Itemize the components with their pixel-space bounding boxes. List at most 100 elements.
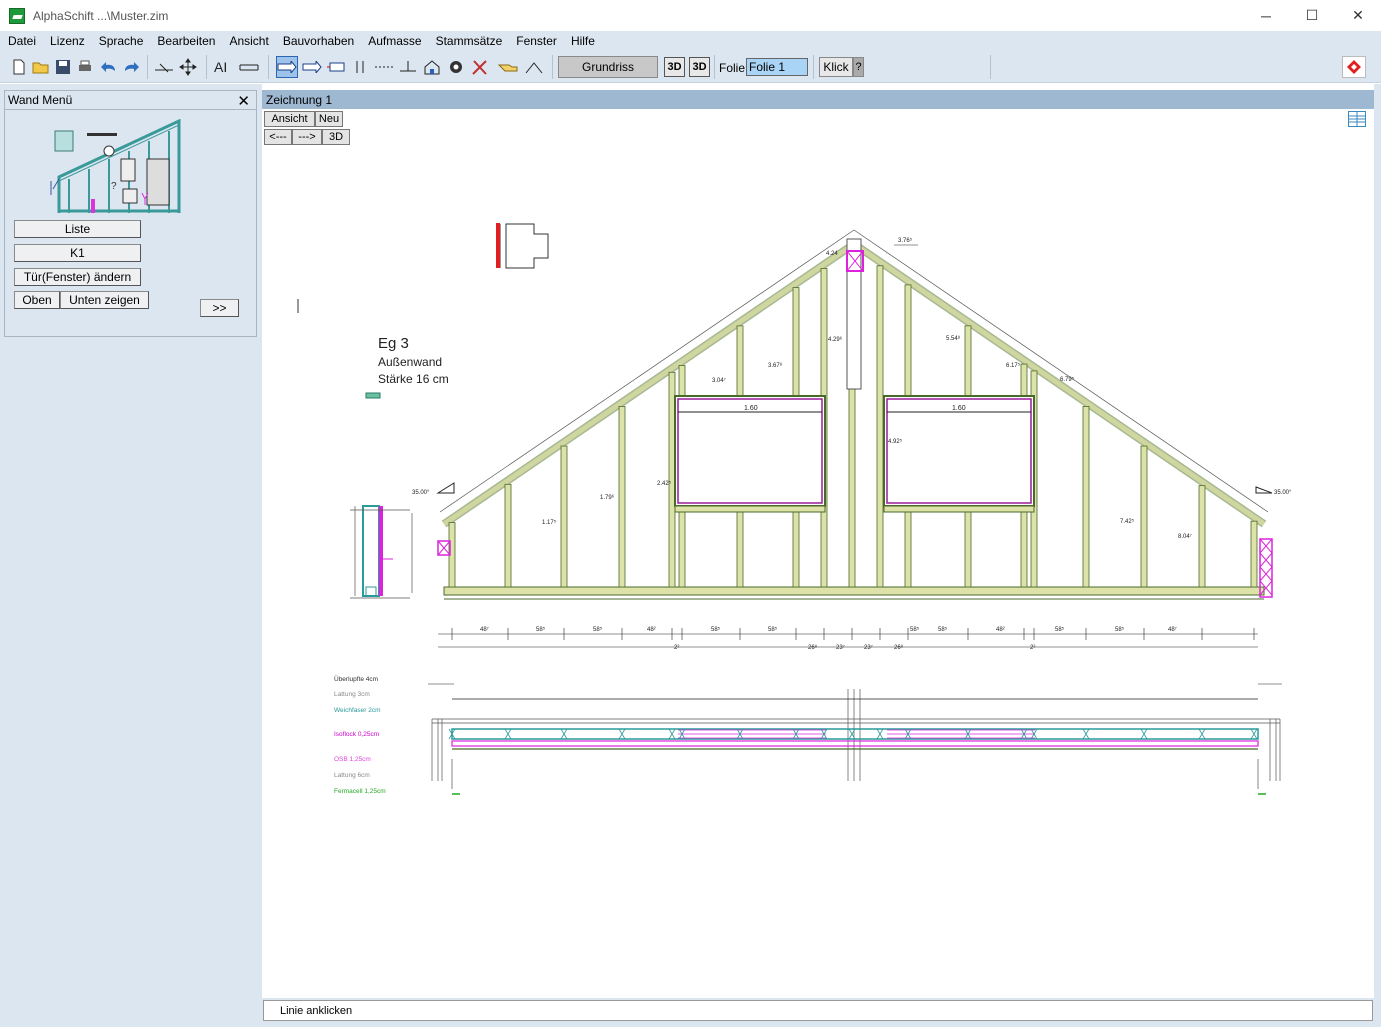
folie-select[interactable] <box>746 58 808 76</box>
wall-double-arrow-icon[interactable] <box>301 56 323 78</box>
menu-bearbeiten[interactable]: Bearbeiten <box>157 34 215 48</box>
window-left-width: 1.60 <box>744 405 758 412</box>
dimension-dots-icon[interactable] <box>373 56 395 78</box>
oben-button[interactable]: Oben <box>14 291 60 309</box>
minimize-button[interactable]: ─ <box>1243 0 1289 31</box>
stud <box>504 483 512 588</box>
perpendicular-icon[interactable] <box>397 56 419 78</box>
measure-tool-icon[interactable] <box>238 56 260 78</box>
dimension-label: 58⁵ <box>1055 626 1065 633</box>
stud <box>560 445 568 588</box>
folie-label: Folie: <box>719 61 749 75</box>
layer-label: Überlupfte 4cm <box>334 675 378 683</box>
menu-stammsaetze[interactable]: Stammsätze <box>436 34 503 48</box>
section-stud <box>618 728 626 740</box>
dimension-sub-label: 2² <box>1030 645 1035 651</box>
vertical-dimension-label: 7.42⁵ <box>1120 518 1135 525</box>
svg-text:AI: AI <box>214 59 227 75</box>
menu-bauvorhaben[interactable]: Bauvorhaben <box>283 34 354 48</box>
stud <box>1198 485 1206 588</box>
stud <box>618 406 626 588</box>
status-text: Linie anklicken <box>280 1004 353 1017</box>
house-3d-icon[interactable] <box>421 56 443 78</box>
section-stud <box>560 728 568 740</box>
drawing-title: Zeichnung 1 <box>266 92 333 107</box>
menu-datei[interactable]: Datei <box>8 34 36 48</box>
menu-aufmasse[interactable]: Aufmasse <box>368 34 421 48</box>
maximize-button[interactable]: ☐ <box>1289 0 1335 31</box>
dimension-sub-texts: 2² 26⁸ 23⁷ 23⁷ 26⁸ 2² <box>674 644 1035 651</box>
k1-button[interactable]: K1 <box>14 244 141 262</box>
vertical-dimension-label: 3.04⁷ <box>712 377 726 384</box>
klick-button[interactable]: Klick <box>819 57 853 77</box>
vertical-dimension-texts: 1.17⁵ 1.79⁶ 2.42⁵ 3.04⁷ 3.67⁸ 4.29⁶ 8.04⁷ 7.42⁵… <box>542 335 1192 540</box>
right-edge <box>1374 84 1381 1027</box>
print-icon[interactable] <box>74 56 96 78</box>
wand-menu-title: Wand Menü <box>8 93 73 107</box>
open-folder-icon[interactable] <box>30 56 52 78</box>
tuer-fenster-aendern-button[interactable]: Tür(Fenster) ändern <box>14 268 141 286</box>
vertical-dimension-label: 5.54⁸ <box>946 335 961 342</box>
section-stud <box>1198 728 1206 740</box>
roof-line-icon[interactable] <box>523 56 545 78</box>
save-icon[interactable] <box>52 56 74 78</box>
menu-hilfe[interactable]: Hilfe <box>571 34 595 48</box>
new-file-icon[interactable] <box>8 56 30 78</box>
vertical-dimension-label: 6.79⁵ <box>1060 376 1075 383</box>
settings-gear-icon[interactable] <box>445 56 467 78</box>
dimension-label: 58⁵ <box>593 626 603 633</box>
menu-ansicht[interactable]: Ansicht <box>229 34 268 48</box>
left-end-marker <box>437 540 451 556</box>
menu-lizenz[interactable]: Lizenz <box>50 34 85 48</box>
vertical-dimension-label: 6.17⁵ <box>1006 362 1021 369</box>
top-dim-right: 3.76⁵ <box>898 237 913 244</box>
dimension-sub-label: 26⁸ <box>894 644 904 651</box>
help-button[interactable]: ? <box>853 57 864 77</box>
angle-right: 35.00° <box>1274 490 1292 496</box>
drawing-canvas[interactable]: Ansicht Neu <--- ---> 3D Eg 3 Außenwand … <box>262 109 1374 998</box>
hand-pointer-icon[interactable] <box>497 56 519 78</box>
top-dim-left: 4.24 <box>826 251 838 257</box>
view-3d-alt-button[interactable]: 3D <box>689 57 710 77</box>
liste-button[interactable]: Liste <box>14 220 141 238</box>
view-3d-button[interactable]: 3D <box>664 57 685 77</box>
section-view <box>428 683 1282 795</box>
grundriss-button[interactable]: Grundriss <box>558 56 658 78</box>
menu-bar: Datei Lizenz Sprache Bearbeiten Ansicht … <box>0 31 1381 51</box>
parallel-icon[interactable] <box>349 56 371 78</box>
wand-menu-panel: Wand Menü ✕ ? Liste K1 Tür(Fenster) ände… <box>4 90 257 337</box>
undo-icon[interactable] <box>98 56 120 78</box>
draw-line-icon[interactable] <box>153 56 175 78</box>
section-stud <box>1082 728 1090 740</box>
angle-left: 35.00° <box>412 490 430 496</box>
stop-icon[interactable] <box>1342 56 1366 78</box>
layer-label: Fermacell 1,25cm <box>334 788 386 795</box>
stud <box>1140 445 1148 588</box>
redo-icon[interactable] <box>120 56 142 78</box>
move-icon[interactable] <box>177 56 199 78</box>
dimension-label: 48² <box>996 627 1005 633</box>
wall-label-thickness: Stärke 16 cm <box>378 372 449 386</box>
title-bar: AlphaSchift ...\Muster.zim ─ ☐ ✕ <box>0 0 1381 31</box>
tools-icon[interactable] <box>469 56 491 78</box>
dimension-label: 58⁵ <box>768 626 778 633</box>
text-tool-icon[interactable]: AI <box>213 56 235 78</box>
menu-sprache[interactable]: Sprache <box>99 34 144 48</box>
wall-label-type: Außenwand <box>378 355 442 369</box>
window-right-width: 1.60 <box>952 405 966 412</box>
layer-label: OSB 1,25cm <box>334 756 371 763</box>
dimension-label: 58⁵ <box>910 626 920 633</box>
menu-fenster[interactable]: Fenster <box>516 34 557 48</box>
window-left: 1.60 <box>674 395 826 507</box>
close-icon[interactable]: ✕ <box>237 92 250 110</box>
more-button[interactable]: >> <box>200 299 239 317</box>
wall-rect-icon[interactable] <box>325 56 347 78</box>
dimension-sub-label: 2² <box>674 645 679 651</box>
close-window-button[interactable]: ✕ <box>1335 0 1381 31</box>
unten-zeigen-button[interactable]: Unten zeigen <box>60 291 149 309</box>
vertical-dimension-label: 8.04⁷ <box>1178 533 1192 540</box>
dimension-sub-label: 23⁷ <box>836 644 845 651</box>
layer-label: Lattung 6cm <box>334 772 370 779</box>
vertical-dimension-label: 4.29⁶ <box>828 336 843 343</box>
wall-arrow-tool-icon[interactable] <box>276 56 298 78</box>
